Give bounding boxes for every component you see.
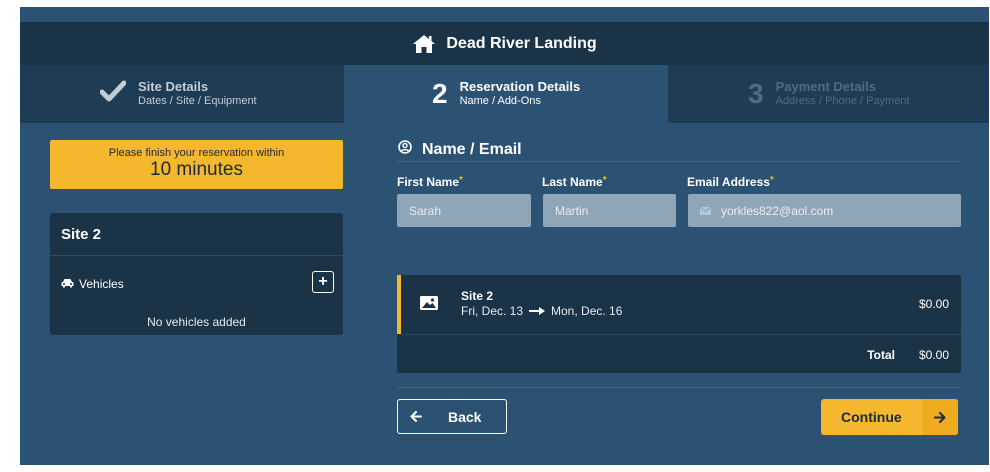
email-input[interactable]: yorkles822@aol.com: [688, 194, 961, 227]
first-name-label: First Name*: [397, 175, 463, 189]
summary-site: Site 2: [461, 289, 494, 303]
step-title: Payment Details: [775, 79, 877, 94]
step-site-details[interactable]: Site Details Dates / Site / Equipment: [20, 65, 344, 123]
check-icon: [99, 80, 127, 107]
arrow-left-icon: [410, 409, 422, 425]
continue-button[interactable]: Continue: [821, 399, 958, 435]
image-icon: [420, 296, 438, 315]
last-name-input[interactable]: Martin: [543, 194, 676, 227]
back-button[interactable]: Back: [397, 399, 507, 434]
page-title: Dead River Landing: [446, 34, 597, 52]
no-vehicles-text: No vehicles added: [147, 315, 246, 329]
step-subtitle: Dates / Site / Equipment: [138, 95, 257, 107]
site-price: $0.00: [918, 297, 949, 311]
step-number: 3: [748, 77, 764, 109]
summary-accent: [397, 275, 401, 334]
add-vehicle-button[interactable]: +: [312, 271, 334, 293]
step-subtitle: Address / Phone / Payment: [775, 95, 910, 107]
last-name-label: Last Name*: [542, 175, 607, 189]
site-card-title: Site 2: [50, 213, 343, 256]
email-value: yorkles822@aol.com: [721, 203, 834, 218]
summary-divider: [401, 334, 961, 335]
home-icon: [412, 34, 436, 54]
envelope-icon: [699, 204, 712, 218]
user-circle-icon: [398, 140, 412, 159]
back-label: Back: [448, 408, 482, 425]
step-title: Reservation Details: [459, 79, 581, 94]
step-subtitle: Name / Add-Ons: [459, 95, 541, 107]
arrow-right-icon: [529, 304, 546, 318]
reservation-timer: Please finish your reservation within 10…: [50, 140, 343, 189]
progress-steps: Site Details Dates / Site / Equipment 2 …: [20, 65, 989, 123]
start-date: Fri, Dec. 13: [461, 304, 524, 318]
step-title: Site Details: [138, 79, 209, 94]
header-bar: Dead River Landing: [20, 22, 989, 65]
end-date: Mon, Dec. 16: [551, 304, 623, 318]
vehicles-label: Vehicles: [79, 277, 124, 291]
timer-value: 10 minutes: [150, 159, 243, 180]
section-title-text: Name / Email: [422, 140, 522, 158]
reservation-summary: Site 2 Fri, Dec. 13 Mon, Dec. 16 $0.00 T…: [397, 275, 961, 373]
continue-label: Continue: [841, 409, 902, 425]
timer-message: Please finish your reservation within: [108, 147, 285, 159]
vehicles-row: Vehicles: [61, 277, 124, 291]
section-title: Name / Email: [398, 140, 522, 159]
first-name-input[interactable]: Sarah: [397, 194, 531, 227]
reservation-panel: Dead River Landing Site Details Dates / …: [20, 7, 989, 465]
total-label: Total: [867, 348, 895, 362]
step-reservation-details[interactable]: 2 Reservation Details Name / Add-Ons: [344, 65, 668, 123]
summary-dates: Fri, Dec. 13 Mon, Dec. 16: [461, 304, 622, 318]
divider: [397, 387, 960, 388]
car-icon: [61, 277, 74, 291]
total-value: $0.00: [918, 348, 949, 362]
arrow-right-icon: [922, 399, 958, 435]
email-label: Email Address*: [687, 175, 774, 189]
step-payment-details: 3 Payment Details Address / Phone / Paym…: [668, 65, 989, 123]
site-card: Site 2 Vehicles + No vehicles added: [50, 213, 343, 335]
divider: [397, 161, 960, 162]
step-number: 2: [432, 77, 448, 109]
